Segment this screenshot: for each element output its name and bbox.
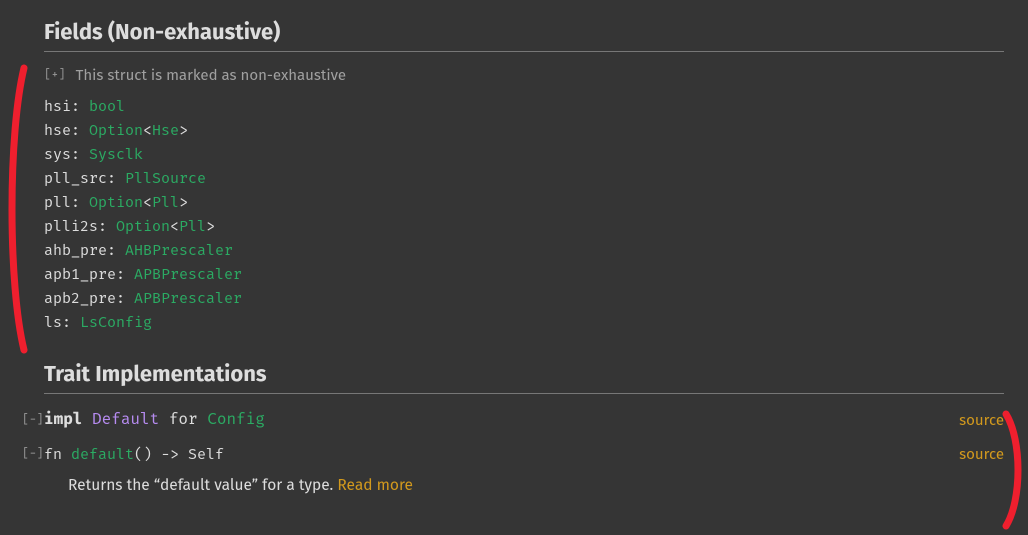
type-link-APBPrescaler[interactable]: APBPrescaler	[134, 265, 242, 283]
type-link-Pll[interactable]: Pll	[152, 193, 179, 211]
field-name[interactable]: pll:	[44, 193, 89, 211]
non-exhaustive-expander[interactable]: [+]	[44, 68, 66, 82]
prim-link-bool[interactable]: bool	[89, 97, 125, 115]
impl-toggle[interactable]: [−]	[22, 413, 44, 427]
impl-default-config: [−] impl Default for Config source	[44, 410, 1004, 429]
field-sys: sys: Sysclk	[44, 142, 1004, 166]
angle-bracket: >	[206, 217, 215, 235]
field-pll: pll: Option<Pll>	[44, 190, 1004, 214]
type-link-APBPrescaler[interactable]: APBPrescaler	[134, 289, 242, 307]
annotation-right-arc	[1000, 410, 1028, 530]
fn-doc-text: Returns the “default value” for a type.	[68, 477, 337, 495]
field-hse: hse: Option<Hse>	[44, 118, 1004, 142]
trait-default-link[interactable]: Default	[92, 410, 159, 429]
angle-bracket: <	[170, 217, 179, 235]
non-exhaustive-text: This struct is marked as non-exhaustive	[76, 66, 346, 84]
field-ahb_pre: ahb_pre: AHBPrescaler	[44, 238, 1004, 262]
type-link-Hse[interactable]: Hse	[152, 121, 179, 139]
type-link-Option[interactable]: Option	[89, 121, 143, 139]
angle-bracket: <	[143, 121, 152, 139]
angle-bracket: >	[179, 121, 188, 139]
type-link-Option[interactable]: Option	[89, 193, 143, 211]
fn-sig-rest: () -> Self	[134, 445, 224, 463]
fn-source-link[interactable]: source	[959, 445, 1004, 463]
field-apb1_pre: apb1_pre: APBPrescaler	[44, 262, 1004, 286]
kw-impl: impl	[44, 410, 82, 429]
type-config-link[interactable]: Config	[207, 410, 265, 429]
type-link-AHBPrescaler[interactable]: AHBPrescaler	[125, 241, 233, 259]
field-name[interactable]: plli2s:	[44, 217, 116, 235]
annotation-left-arc	[2, 64, 30, 354]
trait-impl-header: Trait Implementations	[44, 360, 1004, 394]
field-apb2_pre: apb2_pre: APBPrescaler	[44, 286, 1004, 310]
fn-toggle[interactable]: [−]	[22, 447, 44, 461]
fn-doc: Returns the “default value” for a type. …	[68, 477, 1004, 495]
type-link-LsConfig[interactable]: LsConfig	[80, 313, 152, 331]
impl-source-link[interactable]: source	[959, 411, 1004, 429]
kw-for: for	[169, 410, 198, 429]
fn-default: [−] fn default() -> Self source	[44, 445, 1004, 463]
type-link-PllSource[interactable]: PllSource	[125, 169, 206, 187]
field-name[interactable]: ls:	[44, 313, 80, 331]
field-name[interactable]: apb2_pre:	[44, 289, 134, 307]
angle-bracket: <	[143, 193, 152, 211]
field-name[interactable]: hse:	[44, 121, 89, 139]
kw-fn: fn	[44, 445, 62, 463]
field-pll_src: pll_src: PllSource	[44, 166, 1004, 190]
angle-bracket: >	[179, 193, 188, 211]
fn-default-link[interactable]: default	[71, 445, 134, 463]
field-name[interactable]: pll_src:	[44, 169, 125, 187]
field-hsi: hsi: bool	[44, 94, 1004, 118]
field-ls: ls: LsConfig	[44, 310, 1004, 334]
type-link-Option[interactable]: Option	[116, 217, 170, 235]
fields-header: Fields (Non-exhaustive)	[44, 18, 1004, 52]
field-name[interactable]: apb1_pre:	[44, 265, 134, 283]
field-name[interactable]: hsi:	[44, 97, 89, 115]
fields-list: hsi: boolhse: Option<Hse>sys: Sysclkpll_…	[44, 94, 1004, 334]
field-plli2s: plli2s: Option<Pll>	[44, 214, 1004, 238]
field-name[interactable]: ahb_pre:	[44, 241, 125, 259]
type-link-Sysclk[interactable]: Sysclk	[89, 145, 143, 163]
read-more-link[interactable]: Read more	[337, 477, 413, 495]
field-name[interactable]: sys:	[44, 145, 89, 163]
type-link-Pll[interactable]: Pll	[179, 217, 206, 235]
